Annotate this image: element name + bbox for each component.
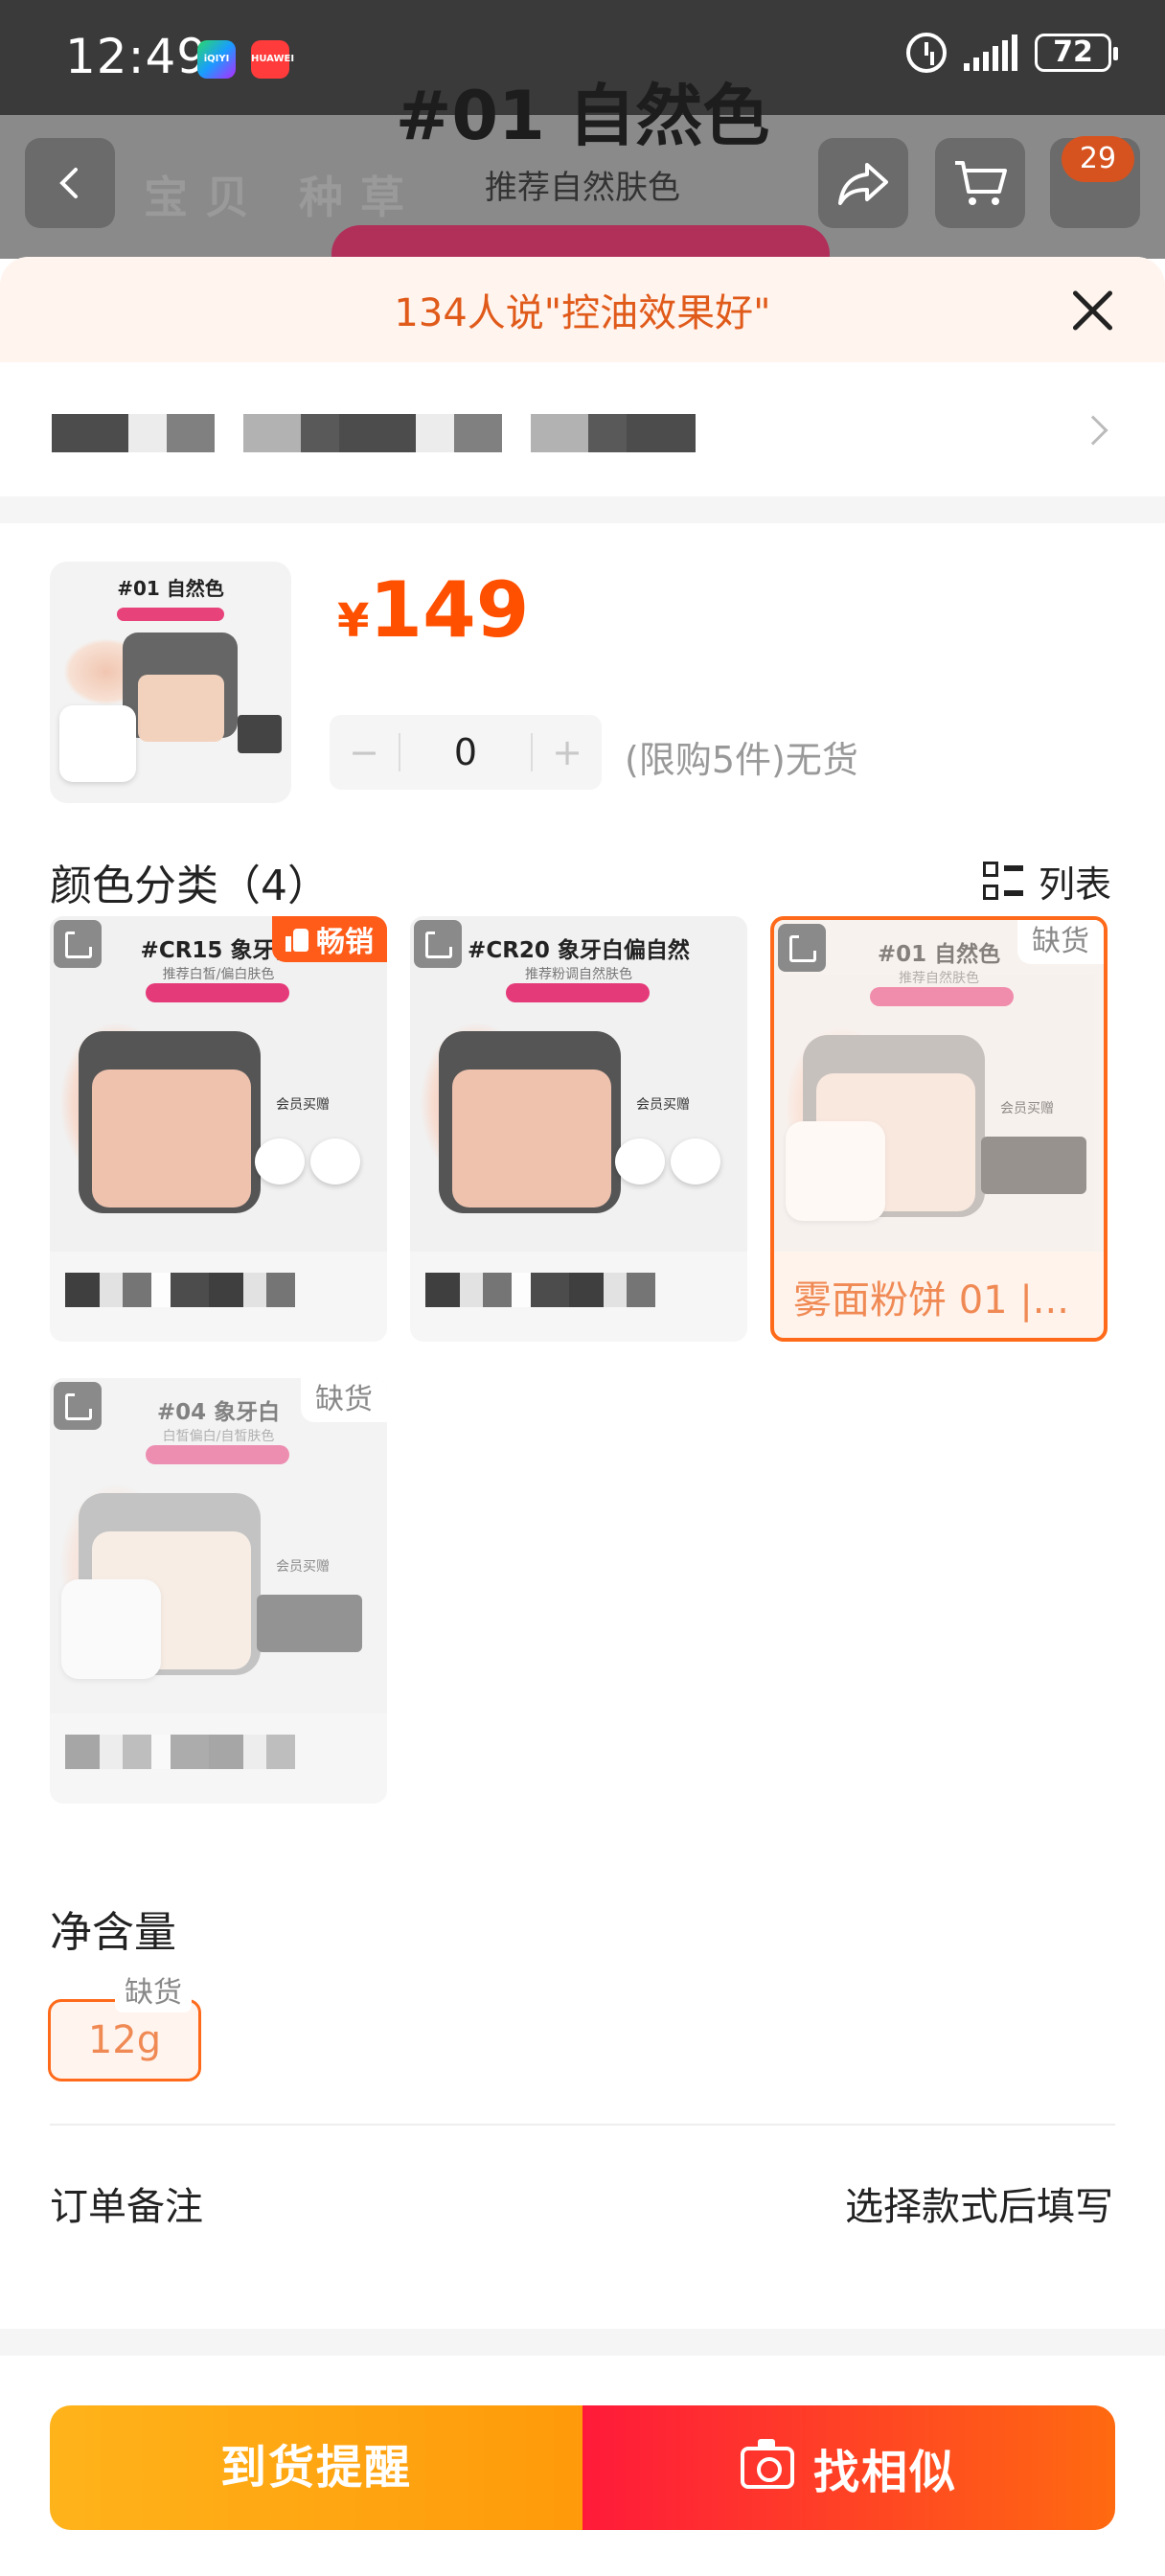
cart-button[interactable]: [935, 138, 1025, 228]
order-note-label: 订单备注: [50, 2185, 203, 2229]
price-value: 149: [369, 565, 530, 655]
net-content-section: 净含量 12g 缺货: [0, 1874, 1165, 2124]
sku-image: #CR15 象牙白 推荐白皙/偏白肤色 会员买赠: [50, 916, 387, 1252]
sku-image: #CR20 象牙白偏自然 推荐粉调自然肤色 会员买赠: [410, 916, 747, 1252]
sku-member-gift: 会员买赠: [276, 1097, 330, 1113]
address-row[interactable]: [0, 362, 1165, 496]
find-similar-button[interactable]: 找相似: [582, 2405, 1115, 2530]
sku-member-gift: 会员买赠: [636, 1097, 690, 1113]
review-banner-text: 134人说"控油效果好": [394, 291, 771, 335]
thumbs-up-icon: [286, 927, 310, 952]
color-section-header: 颜色分类（4） 列表: [0, 820, 1165, 916]
review-banner: 134人说"控油效果好": [0, 257, 1165, 362]
close-button[interactable]: [1065, 284, 1119, 337]
order-note-action: 选择款式后填写: [845, 2185, 1113, 2229]
sku-option-04[interactable]: #04 象牙白 白皙偏白/自皙肤色 会员买赠 缺货: [50, 1378, 387, 1804]
quantity-decrease-button[interactable]: −: [330, 731, 399, 773]
sku-image-pill: [146, 983, 289, 1002]
expand-image-icon[interactable]: [778, 924, 826, 972]
product-thumbnail[interactable]: #01 自然色: [50, 562, 291, 803]
list-view-toggle[interactable]: 列表: [982, 855, 1111, 908]
sku-case-inner: [92, 1070, 251, 1208]
out-of-stock-badge: 缺货: [1017, 920, 1104, 964]
sku-gift-box: [981, 1137, 1086, 1194]
redacted-sku-caption: [65, 1273, 295, 1307]
sku-image: #04 象牙白 白皙偏白/自皙肤色 会员买赠: [50, 1378, 387, 1714]
sku-member-gift: 会员买赠: [276, 1559, 330, 1575]
sku-option-01-selected[interactable]: #01 自然色 推荐自然肤色 会员买赠 缺货 雾面粉饼 01 |...: [770, 916, 1108, 1342]
sku-option-cr15[interactable]: #CR15 象牙白 推荐白皙/偏白肤色 会员买赠 畅销: [50, 916, 387, 1342]
quantity-input[interactable]: 0: [399, 733, 533, 771]
color-section-title: 颜色分类（4）: [50, 862, 330, 910]
net-content-title: 净含量: [50, 1908, 176, 1957]
product-summary: #01 自然色 ¥149 − 0 + (限购5件)无货: [0, 523, 1165, 820]
camera-icon: [740, 2439, 794, 2489]
expand-image-icon[interactable]: [54, 1382, 102, 1430]
restock-notify-button[interactable]: 到货提醒: [50, 2405, 582, 2530]
background-tabs: 宝贝 种草: [144, 172, 423, 223]
redacted-sku-caption: [425, 1273, 655, 1307]
share-icon: [838, 163, 888, 205]
sku-image: #01 自然色 推荐自然肤色 会员买赠: [774, 920, 1104, 1252]
sku-case-inner: [452, 1070, 611, 1208]
price-currency: ¥: [337, 594, 370, 648]
sku-puff: [255, 1138, 305, 1184]
redacted-address: [52, 414, 696, 452]
sku-image-sub: 推荐粉调自然肤色: [525, 967, 632, 982]
sku-image-sub: 推荐白皙/偏白肤色: [162, 967, 275, 982]
price: ¥149: [337, 565, 529, 655]
purchase-limit-note: (限购5件)无货: [625, 739, 858, 781]
sku-puff: [615, 1138, 665, 1184]
bottom-divider: [0, 2329, 1165, 2356]
expand-image-icon[interactable]: [414, 920, 462, 968]
thumbnail-label: #01 自然色: [117, 577, 224, 600]
find-similar-label: 找相似: [812, 2446, 957, 2499]
sku-member-gift: 会员买赠: [1000, 1101, 1054, 1116]
note-divider: [50, 2124, 1115, 2126]
color-option-grid: #CR15 象牙白 推荐白皙/偏白肤色 会员买赠 畅销 #CR20 象牙白偏自然: [0, 916, 1165, 1874]
quantity-stepper: − 0 +: [330, 715, 602, 790]
cart-icon: [955, 161, 1007, 205]
thumbnail-puff: [59, 705, 136, 782]
sku-caption: 雾面粉饼 01 |...: [793, 1278, 1069, 1322]
share-button[interactable]: [818, 138, 908, 228]
sku-square-puff: [61, 1579, 161, 1679]
list-view-icon: [982, 861, 1023, 902]
cart-count-badge: 29: [1062, 136, 1134, 182]
order-note-row[interactable]: 订单备注 选择款式后填写: [0, 2124, 1165, 2277]
chevron-right-icon: [1078, 415, 1108, 446]
sku-image-pill: [870, 987, 1014, 1006]
bestseller-label: 畅销: [316, 926, 374, 959]
sku-image-sub: 推荐自然肤色: [899, 971, 979, 986]
sku-selector-sheet: 134人说"控油效果好" #01 自然色 ¥149 − 0 + (限购5件)无货…: [0, 257, 1165, 2576]
bestseller-badge: 畅销: [272, 916, 387, 962]
out-of-stock-badge: 缺货: [301, 1378, 387, 1422]
chevron-left-icon: [59, 168, 78, 198]
thumbnail-box: [238, 715, 282, 753]
list-view-label: 列表: [1038, 863, 1111, 906]
size-out-of-stock-badge: 缺货: [115, 1974, 192, 2012]
thumbnail-case-inner: [138, 675, 224, 742]
sku-square-puff: [786, 1121, 885, 1221]
background-header: #01 自然色 推荐自然肤色 宝贝 种草 29: [0, 77, 1165, 283]
thumbnail-pill: [117, 608, 224, 621]
sku-image-pill: [146, 1445, 289, 1464]
expand-image-icon[interactable]: [54, 920, 102, 968]
quantity-increase-button[interactable]: +: [533, 731, 602, 773]
sku-image-sub: 白皙偏白/自皙肤色: [162, 1429, 275, 1444]
sku-option-cr20[interactable]: #CR20 象牙白偏自然 推荐粉调自然肤色 会员买赠: [410, 916, 747, 1342]
sku-puff: [310, 1138, 360, 1184]
redacted-sku-caption: [65, 1735, 295, 1769]
back-button[interactable]: [25, 138, 115, 228]
sku-image-pill: [506, 983, 650, 1002]
section-divider: [0, 496, 1165, 523]
sku-puff: [671, 1138, 720, 1184]
sku-gift-box: [257, 1595, 362, 1652]
action-bar: 到货提醒 找相似: [50, 2405, 1115, 2530]
